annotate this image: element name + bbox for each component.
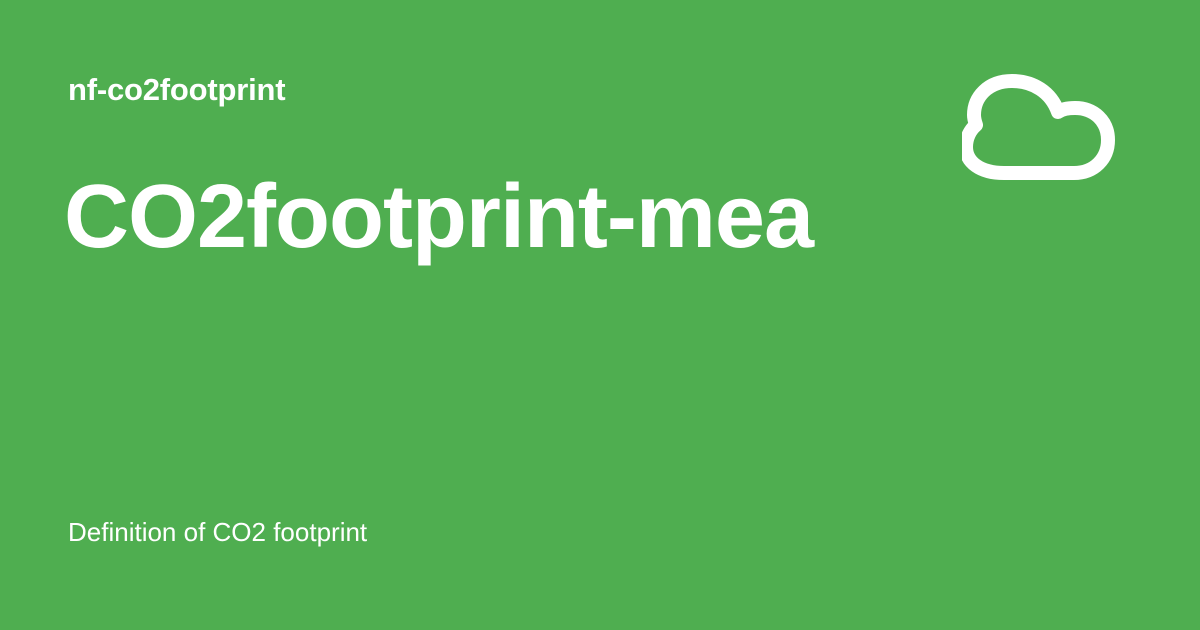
cloud-icon xyxy=(959,68,1126,196)
page-description: Definition of CO2 footprint xyxy=(68,517,368,547)
page-title: CO2footprint-mea xyxy=(64,167,814,267)
repository-name: nf-co2footprint xyxy=(68,72,286,107)
social-preview-card: nf-co2footprint CO2footprint-mea Definit… xyxy=(0,0,1200,630)
